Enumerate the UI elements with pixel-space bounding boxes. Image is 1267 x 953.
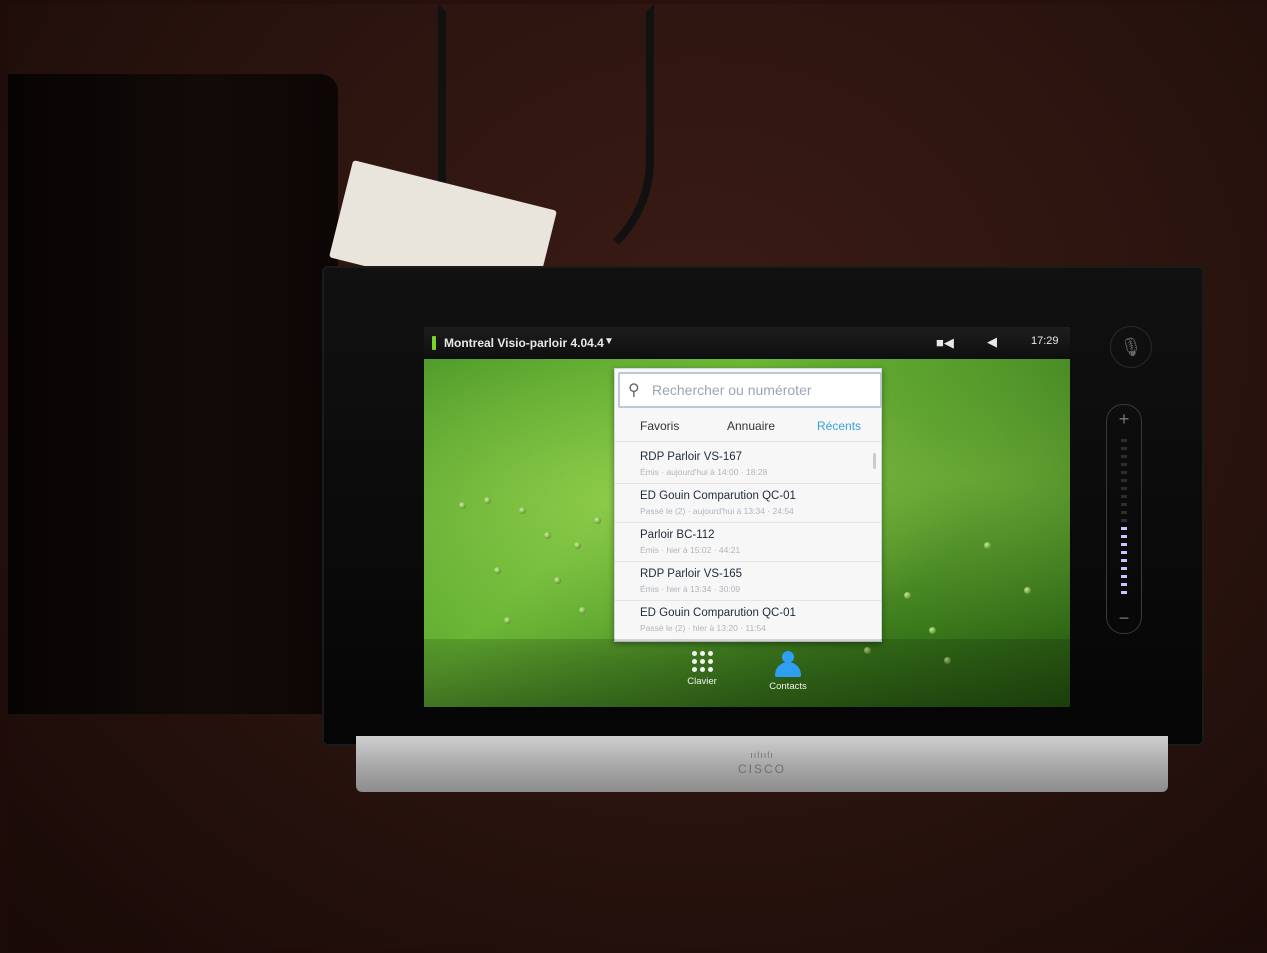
bottom-dock: Clavier Contacts [424, 639, 1070, 707]
handset [8, 74, 338, 714]
volume-tick [1121, 575, 1127, 578]
device-base: ıılıılı CISCO [356, 736, 1168, 792]
list-item[interactable]: ED Gouin Comparution QC-01 Passé le (2) … [615, 484, 881, 523]
volume-track [1121, 439, 1127, 599]
water-drop [579, 607, 586, 614]
call-detail: Passé le (2) · hier à 13:20 · 11:54 [640, 623, 766, 633]
contacts-button[interactable]: Contacts [758, 651, 818, 692]
volume-tick [1121, 583, 1127, 586]
status-bar: Montreal Visio-parloir 4.04.4 ▼ ■◀ ◀ 17:… [424, 327, 1070, 359]
chevron-down-icon[interactable]: ▼ [604, 336, 614, 347]
contact-name: RDP Parloir VS-165 [640, 568, 743, 580]
contact-name: ED Gouin Comparution QC-01 [640, 607, 796, 619]
brand-bars: ıılıılı [750, 750, 774, 760]
contacts-tabs: Favoris Annuaire Récents [615, 413, 881, 442]
volume-tick [1121, 535, 1127, 538]
search-icon: ⚲ [628, 382, 640, 399]
touch-screen: Montreal Visio-parloir 4.04.4 ▼ ■◀ ◀ 17:… [424, 327, 1070, 707]
volume-tick [1121, 519, 1127, 522]
volume-tick [1121, 559, 1127, 562]
water-drop [519, 507, 526, 514]
volume-tick [1121, 487, 1127, 490]
volume-tick [1121, 495, 1127, 498]
person-icon [773, 651, 803, 677]
water-drop [984, 542, 991, 549]
water-drop [1024, 587, 1031, 594]
tab-favoris[interactable]: Favoris [640, 419, 679, 433]
volume-tick [1121, 463, 1127, 466]
search-box[interactable]: ⚲ [618, 372, 882, 408]
keypad-icon [672, 651, 732, 672]
water-drop [904, 592, 911, 599]
list-item[interactable]: RDP Parloir VS-165 Émis · hier à 13:34 ·… [615, 562, 881, 601]
volume-tick [1121, 543, 1127, 546]
water-drop [554, 577, 561, 584]
water-drop [594, 517, 601, 524]
volume-tick [1121, 455, 1127, 458]
tab-annuaire[interactable]: Annuaire [727, 419, 775, 433]
call-detail: Émis · hier à 15:02 · 44:21 [640, 545, 741, 555]
keypad-button[interactable]: Clavier [672, 651, 732, 687]
scrollbar[interactable] [873, 453, 876, 469]
list-item[interactable]: ED Gouin Comparution QC-01 Passé le (2) … [615, 601, 881, 639]
list-item[interactable]: RDP Parloir VS-167 Émis · aujourd'hui à … [615, 445, 881, 484]
volume-tick [1121, 503, 1127, 506]
contact-name: RDP Parloir VS-167 [640, 451, 743, 463]
recents-list: RDP Parloir VS-167 Émis · aujourd'hui à … [615, 445, 881, 641]
brand-name: CISCO [737, 762, 786, 776]
volume-tick [1121, 479, 1127, 482]
system-name[interactable]: Montreal Visio-parloir 4.04.4 [444, 336, 604, 350]
call-detail: Émis · hier à 13:34 · 30:09 [640, 584, 741, 594]
contacts-panel: ⚲ Favoris Annuaire Récents RDP Parloir V… [614, 368, 882, 642]
water-drop [484, 497, 491, 504]
list-item[interactable]: Parloir BC-112 Émis · hier à 15:02 · 44:… [615, 523, 881, 562]
volume-slider[interactable]: + − [1106, 404, 1142, 634]
speaker-icon[interactable]: ◀ [987, 334, 997, 350]
volume-tick [1121, 439, 1127, 442]
online-indicator [432, 336, 436, 350]
mic-mute-icon[interactable]: 🎙 [1110, 326, 1152, 368]
contact-name: Parloir BC-112 [640, 529, 715, 541]
call-detail: Émis · aujourd'hui à 14:00 · 18:28 [640, 467, 768, 477]
contact-name: ED Gouin Comparution QC-01 [640, 490, 796, 502]
volume-tick [1121, 511, 1127, 514]
water-drop [504, 617, 511, 624]
volume-tick [1121, 527, 1127, 530]
volume-tick [1121, 567, 1127, 570]
volume-tick [1121, 591, 1127, 594]
volume-down-button[interactable]: − [1107, 608, 1141, 629]
water-drop [929, 627, 936, 634]
volume-tick [1121, 551, 1127, 554]
video-camera-icon[interactable]: ■◀ [936, 335, 954, 351]
tab-recents[interactable]: Récents [817, 419, 861, 433]
keypad-label: Clavier [687, 676, 717, 687]
water-drop [574, 542, 581, 549]
search-input[interactable] [650, 377, 874, 403]
brand-logo: ıılıılı CISCO [356, 750, 1168, 776]
volume-tick [1121, 471, 1127, 474]
call-detail: Passé le (2) · aujourd'hui à 13:34 · 24:… [640, 506, 794, 516]
clock: 17:29 [1031, 335, 1059, 347]
water-drop [544, 532, 551, 539]
volume-up-button[interactable]: + [1107, 409, 1141, 430]
water-drop [494, 567, 501, 574]
volume-tick [1121, 447, 1127, 450]
water-drop [459, 502, 466, 509]
contacts-label: Contacts [769, 681, 807, 692]
